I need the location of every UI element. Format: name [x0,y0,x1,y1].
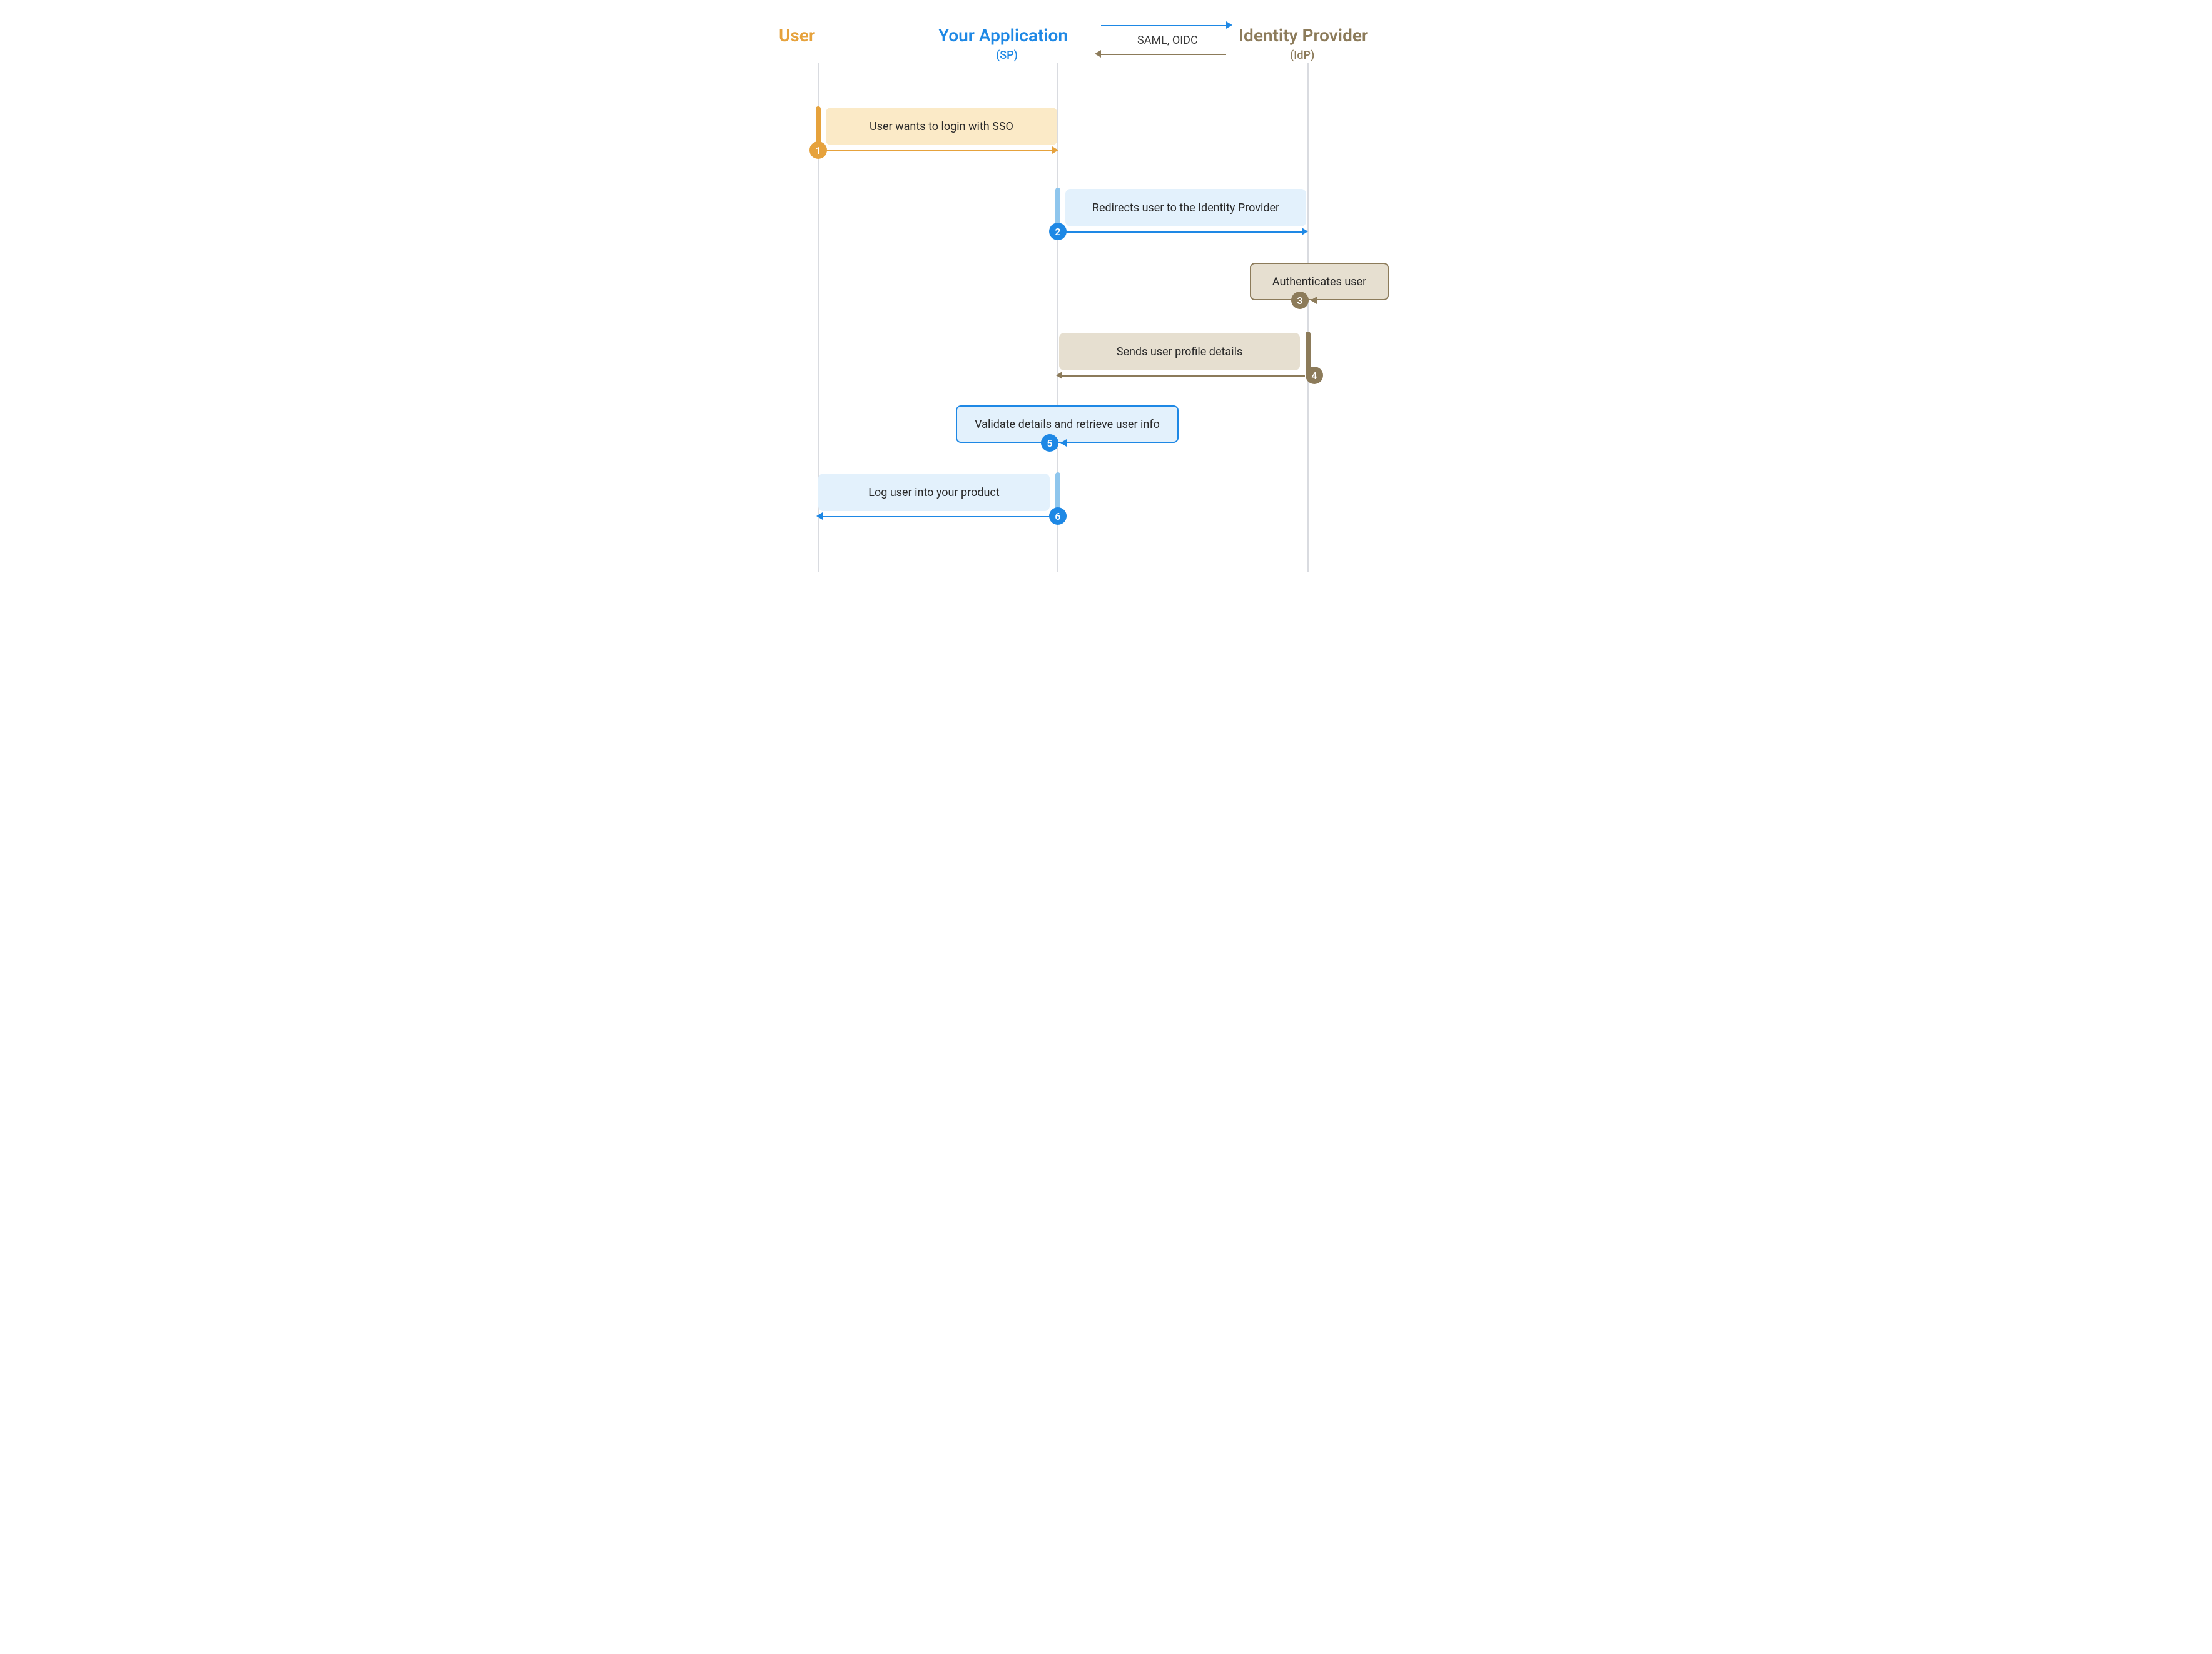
step-4-num: 4 [1306,367,1323,384]
step-2-box: Redirects user to the Identity Provider [1065,189,1306,226]
protocol-label: SAML, OIDC [1137,34,1198,47]
step-3-box: Authenticates user [1250,263,1389,300]
lane-sub-app: (SP) [996,49,1018,62]
arrow-head-icon [1302,228,1308,235]
lifeline-idp [1307,63,1309,572]
step-5-num: 5 [1041,434,1058,452]
lane-title-user: User [779,25,815,46]
step-5-label: Validate details and retrieve user info [975,418,1160,431]
step-2-arrow [1059,231,1302,233]
step-3-label: Authenticates user [1272,275,1366,288]
step-5-box: Validate details and retrieve user info [956,405,1179,443]
arrow-head-icon [1311,297,1317,304]
arrow-head-icon [816,512,823,520]
step-2-label: Redirects user to the Identity Provider [1092,201,1279,215]
arrow-head-icon [1052,146,1058,154]
sso-sequence-diagram: User Your Application (SP) Identity Prov… [707,0,1505,597]
step-1-label: User wants to login with SSO [870,120,1013,133]
arrow-head-icon [1056,372,1062,379]
step-3-num: 3 [1291,292,1309,309]
protocol-arrow-response [1101,54,1226,55]
step-6-box: Log user into your product [818,474,1050,511]
step-6-num: 6 [1049,507,1067,525]
step-4-label: Sends user profile details [1117,345,1242,358]
arrow-head-icon [1226,21,1232,29]
arrow-head-icon [1095,50,1101,58]
step-1-arrow [819,150,1052,151]
step-4-box: Sends user profile details [1059,333,1300,370]
step-1-num: 1 [809,141,827,159]
step-6-arrow [823,516,1055,517]
step-6-label: Log user into your product [868,486,999,499]
step-4-arrow [1062,375,1305,377]
lane-title-app: Your Application [938,25,1068,46]
protocol-arrow-request [1101,25,1226,26]
lane-sub-idp: (IdP) [1290,49,1314,62]
arrow-head-icon [1060,439,1067,447]
step-2-num: 2 [1049,223,1067,240]
step-1-box: User wants to login with SSO [826,108,1057,145]
lane-title-idp: Identity Provider [1239,25,1368,46]
